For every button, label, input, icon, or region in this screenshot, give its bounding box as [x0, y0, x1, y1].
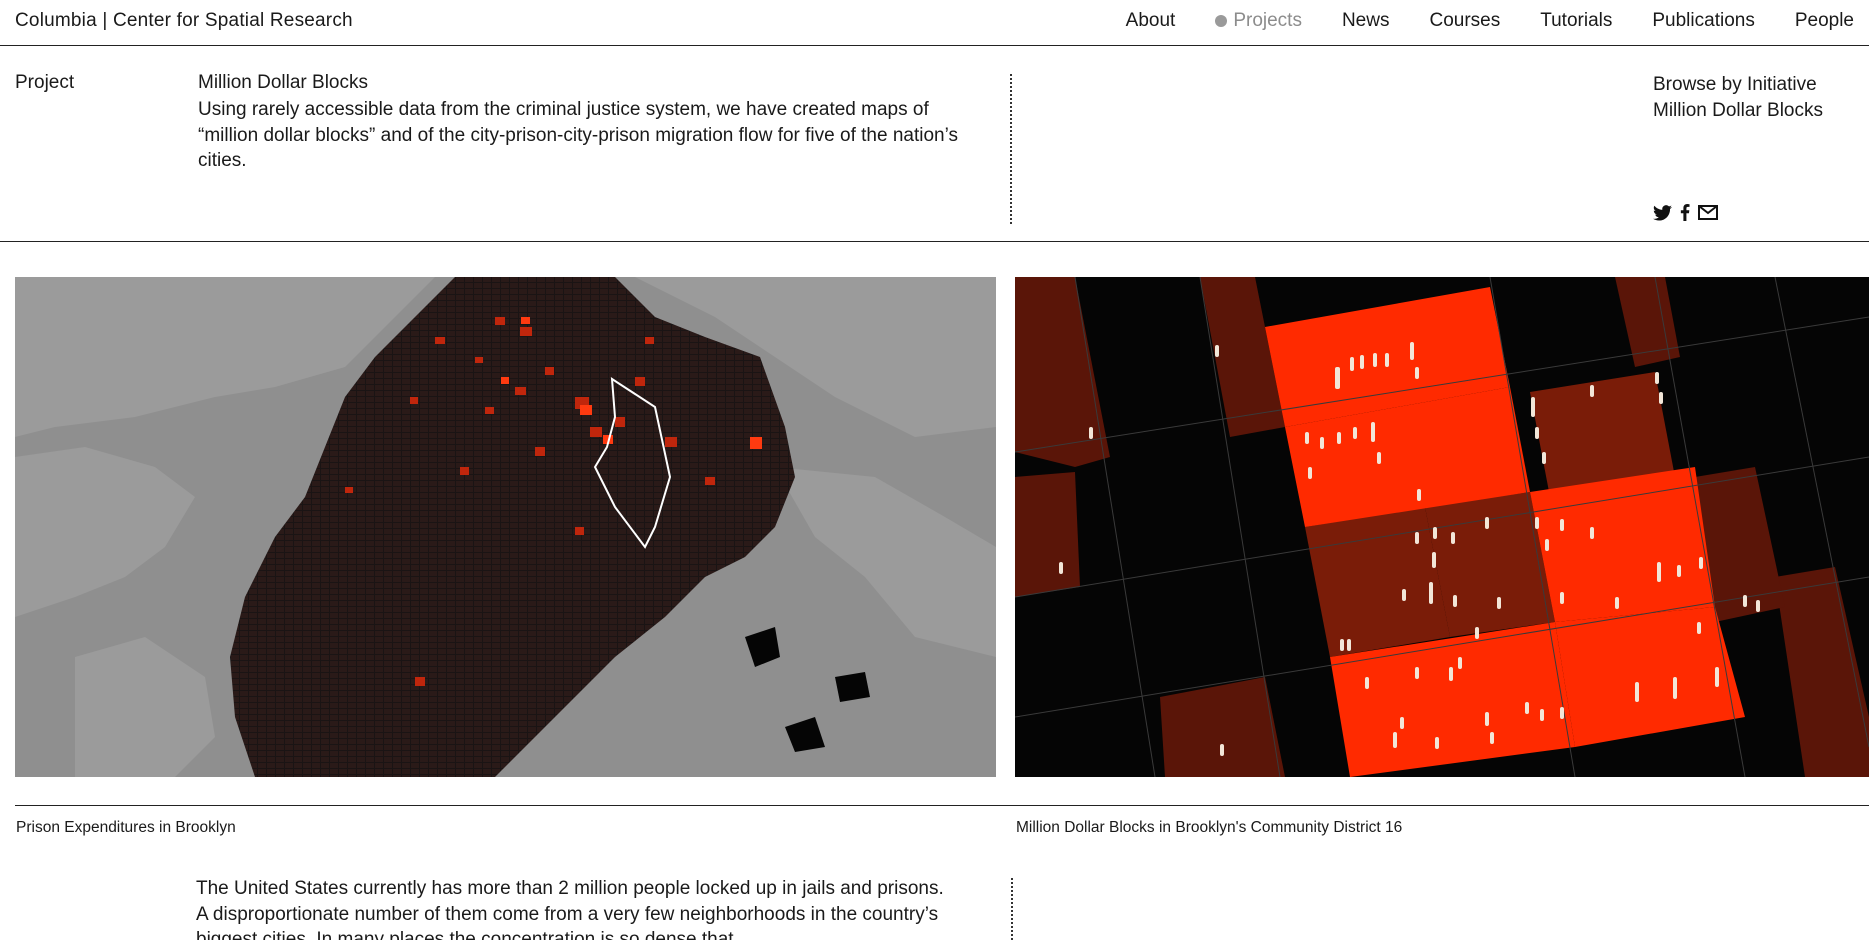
nav-news[interactable]: News: [1342, 10, 1390, 32]
nav-projects[interactable]: Projects: [1215, 10, 1302, 32]
browse-by-initiative: Browse by Initiative Million Dollar Bloc…: [1653, 72, 1823, 123]
initiative-link[interactable]: Million Dollar Blocks: [1653, 98, 1823, 124]
body-paragraph: The United States currently has more tha…: [196, 878, 944, 940]
nav-about[interactable]: About: [1126, 10, 1176, 32]
active-dot-icon: [1215, 15, 1228, 27]
district-16-blocks-image[interactable]: [1015, 277, 1869, 777]
twitter-icon[interactable]: [1653, 204, 1672, 221]
share-icons: [1653, 204, 1718, 221]
right-image-caption: Million Dollar Blocks in Brooklyn's Comm…: [1016, 819, 1403, 836]
nav-publications[interactable]: Publications: [1652, 10, 1754, 32]
district-blocks-graphic: [1015, 277, 1869, 777]
brooklyn-map-graphic: [15, 277, 996, 777]
brooklyn-expenditure-map-image[interactable]: [15, 277, 996, 777]
project-title: Million Dollar Blocks: [198, 72, 368, 93]
nav-projects-label: Projects: [1233, 10, 1302, 31]
left-image-caption: Prison Expenditures in Brooklyn: [16, 819, 236, 836]
project-intro: Project Million Dollar Blocks Using rare…: [0, 46, 1869, 242]
dotted-divider: [1010, 74, 1012, 224]
site-title[interactable]: Columbia | Center for Spatial Research: [15, 10, 353, 32]
nav-people[interactable]: People: [1795, 10, 1869, 32]
body-dotted-divider: [1011, 878, 1013, 940]
caption-divider: [15, 805, 1869, 806]
browse-heading-link[interactable]: Browse by Initiative: [1653, 72, 1823, 98]
main-nav: About Projects News Courses Tutorials Pu…: [1126, 10, 1869, 32]
project-label: Project: [15, 72, 75, 93]
nav-tutorials[interactable]: Tutorials: [1540, 10, 1612, 32]
facebook-icon[interactable]: [1680, 204, 1690, 221]
top-navigation-bar: Columbia | Center for Spatial Research A…: [0, 0, 1869, 46]
nav-courses[interactable]: Courses: [1429, 10, 1500, 32]
project-description: Using rarely accessible data from the cr…: [198, 99, 958, 171]
mail-icon[interactable]: [1698, 205, 1718, 220]
